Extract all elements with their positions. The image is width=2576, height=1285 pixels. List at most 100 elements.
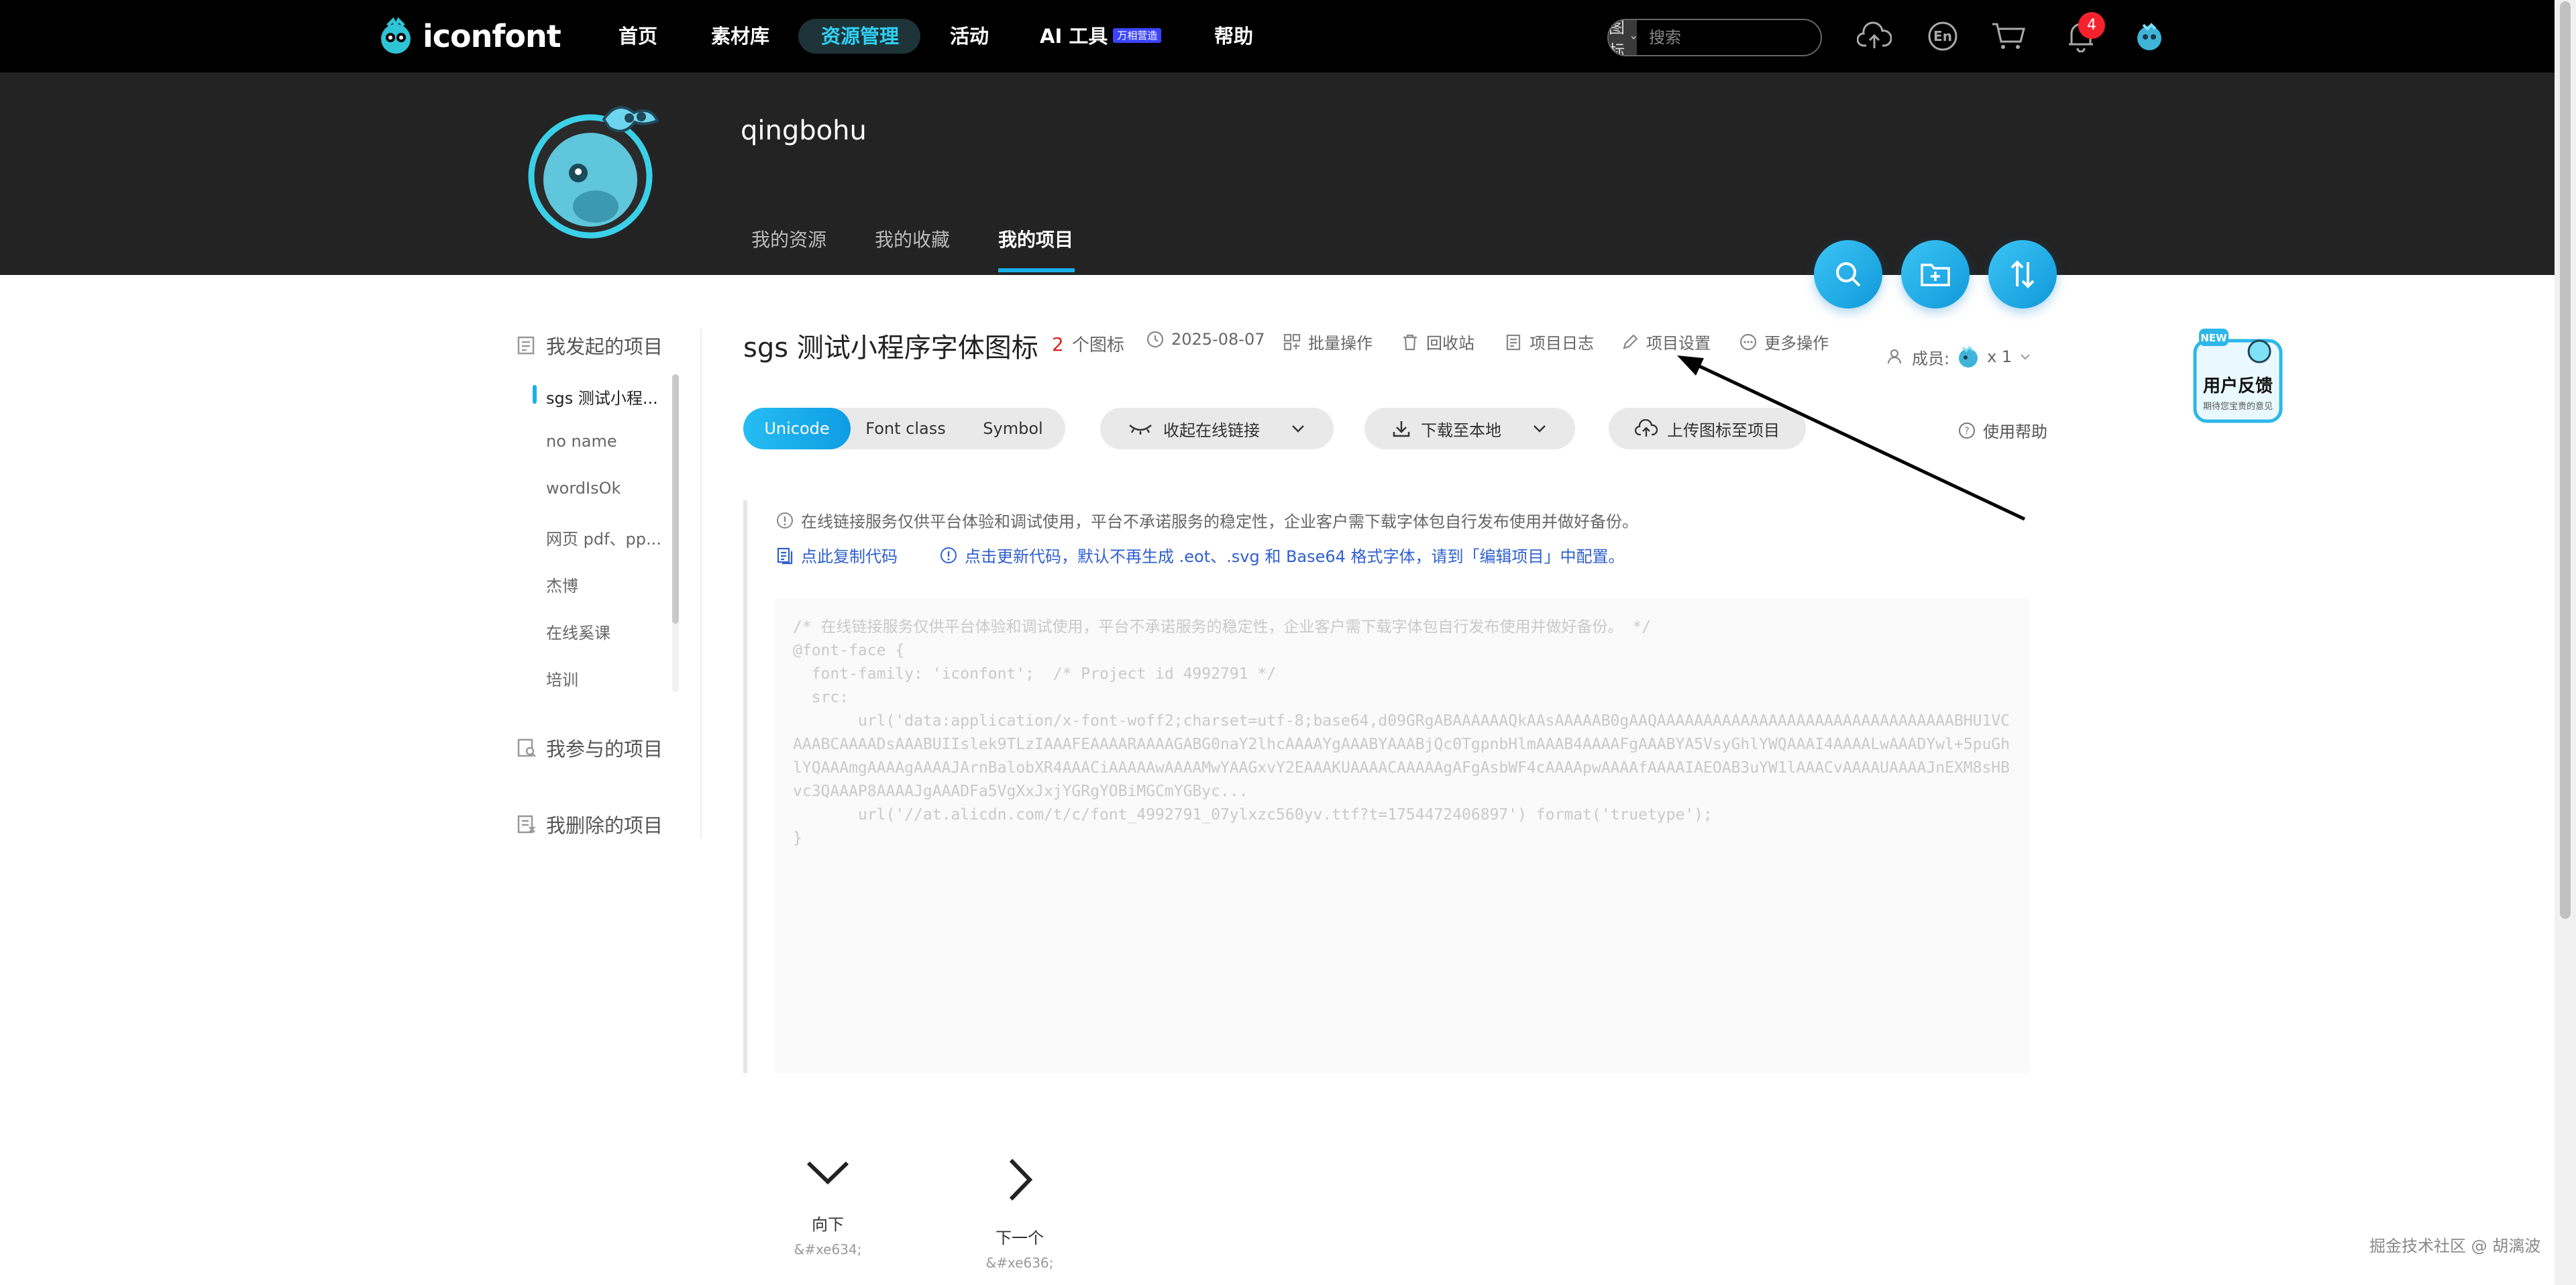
upload-icons-button[interactable]: 上传图标至项目 bbox=[1609, 408, 1806, 449]
profile-avatar bbox=[528, 106, 659, 239]
members-count: x 1 bbox=[1987, 347, 2012, 366]
logo-icon bbox=[381, 17, 411, 54]
project-date: 2025-08-07 bbox=[1146, 330, 1265, 349]
icon-count-label: 个图标 bbox=[1071, 335, 1124, 355]
font-face-code-block[interactable]: /* 在线链接服务仅供平台体验和调试使用，平台不承诺服务的稳定性，企业客户需下载… bbox=[774, 598, 2030, 1073]
member-avatar bbox=[1959, 345, 1978, 368]
search-input[interactable] bbox=[1637, 20, 1821, 55]
upload-cloud-icon bbox=[1635, 419, 1658, 437]
copy-code-link[interactable]: 点此复制代码 bbox=[775, 543, 898, 567]
sidebar-project-item[interactable]: 在线奚课 bbox=[546, 620, 610, 643]
help-icon: ? bbox=[1959, 422, 1975, 439]
sidebar-project-item[interactable]: no name bbox=[546, 432, 617, 451]
iconfont-logo[interactable]: iconfont bbox=[376, 15, 561, 58]
project-date-text: 2025-08-07 bbox=[1171, 330, 1265, 349]
sort-fab-button[interactable] bbox=[1988, 240, 2057, 309]
more-actions-label: 更多操作 bbox=[1764, 334, 1829, 353]
project-list-icon bbox=[517, 336, 535, 355]
glyph-code: &#xe634; bbox=[794, 1241, 862, 1258]
tab-font-class[interactable]: Font class bbox=[851, 408, 961, 449]
sidebar-deleted-projects[interactable]: 我删除的项目 bbox=[517, 810, 663, 838]
more-actions-button[interactable]: 更多操作 bbox=[1739, 330, 1829, 353]
user-icon bbox=[1887, 349, 1902, 364]
recycle-bin-label: 回收站 bbox=[1426, 334, 1474, 353]
download-local-button[interactable]: 下载至本地 bbox=[1364, 408, 1575, 449]
update-code-label: 点击更新代码，默认不再生成 .eot、.svg 和 Base64 格式字体，请到… bbox=[965, 547, 1625, 566]
feedback-title: 用户反馈 bbox=[2203, 376, 2273, 396]
active-tab-indicator bbox=[998, 268, 1075, 272]
profile-header bbox=[0, 72, 2555, 275]
sidebar-participated-title: 我参与的项目 bbox=[546, 738, 663, 761]
usage-help-link[interactable]: ? 使用帮助 bbox=[1957, 418, 2047, 442]
update-code-link[interactable]: 点击更新代码，默认不再生成 .eot、.svg 和 Base64 格式字体，请到… bbox=[939, 543, 1625, 567]
tab-symbol[interactable]: Symbol bbox=[961, 408, 1065, 449]
recycle-bin-button[interactable]: 回收站 bbox=[1401, 330, 1474, 353]
chevron-down-icon bbox=[1292, 425, 1304, 433]
copy-icon bbox=[777, 547, 793, 564]
icon-count: 2 个图标 bbox=[1052, 331, 1124, 356]
clock-icon bbox=[1146, 331, 1164, 348]
project-settings-label: 项目设置 bbox=[1646, 334, 1711, 353]
download-local-label: 下载至本地 bbox=[1421, 421, 1501, 440]
members-dropdown[interactable]: 成员: x 1 bbox=[1886, 343, 2032, 370]
search-fab-button[interactable] bbox=[1814, 240, 1882, 309]
sidebar-started-title: 我发起的项目 bbox=[546, 335, 663, 358]
sidebar-project-item[interactable]: 培训 bbox=[546, 667, 578, 690]
nav-activity[interactable]: 活动 bbox=[950, 20, 989, 52]
chevron-down-icon bbox=[1631, 36, 1637, 40]
sidebar-started-projects[interactable]: 我发起的项目 bbox=[517, 331, 663, 359]
glyph-name: 向下 bbox=[812, 1215, 844, 1234]
chevron-down-icon bbox=[1534, 425, 1546, 433]
search-type-select[interactable]: 图标 bbox=[1609, 20, 1637, 55]
batch-operation-button[interactable]: 批量操作 bbox=[1283, 330, 1373, 353]
tab-unicode[interactable]: Unicode bbox=[743, 408, 851, 449]
sidebar-deleted-title: 我删除的项目 bbox=[546, 814, 663, 837]
nav-ai-tools[interactable]: AI 工具 万相营造 bbox=[1040, 20, 1162, 52]
svg-text:?: ? bbox=[1964, 426, 1969, 437]
profile-username: qingbohu bbox=[741, 115, 867, 146]
upload-cloud-icon[interactable] bbox=[1856, 17, 1893, 55]
nav-library[interactable]: 素材库 bbox=[711, 20, 769, 52]
collapse-online-link-button[interactable]: 收起在线链接 bbox=[1100, 408, 1334, 449]
project-title: sgs 测试小程序字体图标 bbox=[743, 333, 1038, 364]
log-icon bbox=[1506, 334, 1521, 350]
eye-closed-icon bbox=[1129, 425, 1152, 435]
feedback-subtitle: 期待您宝贵的意见 bbox=[2203, 401, 2273, 412]
more-icon bbox=[1739, 333, 1757, 350]
info-icon bbox=[777, 512, 793, 528]
download-icon bbox=[1393, 421, 1410, 437]
tab-my-resources[interactable]: 我的资源 bbox=[751, 225, 826, 252]
chevron-right-icon bbox=[1009, 1158, 1033, 1201]
search-icon bbox=[1836, 262, 1861, 287]
chevron-down-icon bbox=[2021, 354, 2030, 360]
sidebar-project-item[interactable]: sgs 测试小程... bbox=[546, 385, 658, 408]
sidebar-participated-projects[interactable]: 我参与的项目 bbox=[517, 734, 663, 762]
batch-operation-label: 批量操作 bbox=[1308, 334, 1373, 353]
project-settings-button[interactable]: 项目设置 bbox=[1621, 330, 1711, 353]
sidebar-project-item[interactable]: 杰博 bbox=[546, 573, 578, 596]
user-feedback-badge[interactable]: NEW 用户反馈 期待您宝贵的意见 bbox=[2190, 325, 2286, 429]
sidebar-project-item[interactable]: 网页 pdf、pp... bbox=[546, 526, 661, 549]
project-search-icon bbox=[517, 738, 536, 757]
tab-my-favorites[interactable]: 我的收藏 bbox=[875, 225, 950, 252]
sidebar-scrollbar-thumb[interactable] bbox=[672, 374, 679, 624]
chevron-down-icon bbox=[806, 1161, 849, 1185]
nav-home[interactable]: 首页 bbox=[619, 20, 657, 52]
active-project-indicator bbox=[533, 385, 537, 404]
glyph-card[interactable]: 下一个 &#xe636; bbox=[953, 1156, 1087, 1271]
glyph-name: 下一个 bbox=[996, 1229, 1044, 1247]
language-toggle[interactable]: En bbox=[1924, 17, 1962, 55]
cart-icon[interactable] bbox=[1990, 17, 2027, 55]
notification-badge: 4 bbox=[2078, 12, 2105, 39]
new-folder-fab-button[interactable] bbox=[1901, 240, 1970, 309]
tab-my-projects[interactable]: 我的项目 bbox=[998, 225, 1073, 252]
page-scrollbar-thumb[interactable] bbox=[2560, 1, 2571, 919]
nav-help[interactable]: 帮助 bbox=[1214, 20, 1253, 52]
glyph-card[interactable]: 向下 &#xe634; bbox=[761, 1156, 895, 1258]
folder-plus-icon bbox=[1921, 264, 1950, 286]
nav-resource-manage[interactable]: 资源管理 bbox=[821, 20, 899, 52]
user-avatar[interactable] bbox=[2131, 17, 2168, 55]
sidebar-project-item[interactable]: wordIsOk bbox=[546, 479, 621, 498]
project-log-button[interactable]: 项目日志 bbox=[1504, 330, 1594, 353]
feedback-new-tag: NEW bbox=[2200, 332, 2227, 344]
